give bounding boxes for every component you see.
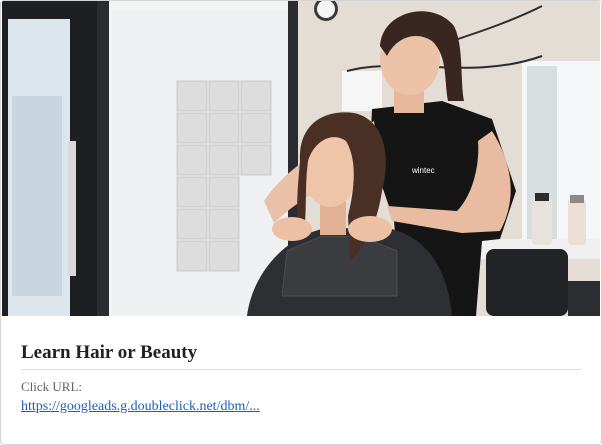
ad-hero-image[interactable]: wintec: [2, 1, 600, 316]
ad-info: Learn Hair or Beauty Click URL: https://…: [21, 316, 581, 415]
ad-headline[interactable]: Learn Hair or Beauty: [21, 342, 581, 370]
ad-card: wintec Learn Hair or Beauty Click URL: h…: [0, 0, 602, 445]
click-url-link[interactable]: https://googleads.g.doubleclick.net/dbm/…: [21, 398, 260, 415]
shirt-logo: wintec: [411, 166, 435, 175]
click-url-label: Click URL:: [21, 379, 83, 394]
salon-photo: wintec: [2, 1, 600, 316]
